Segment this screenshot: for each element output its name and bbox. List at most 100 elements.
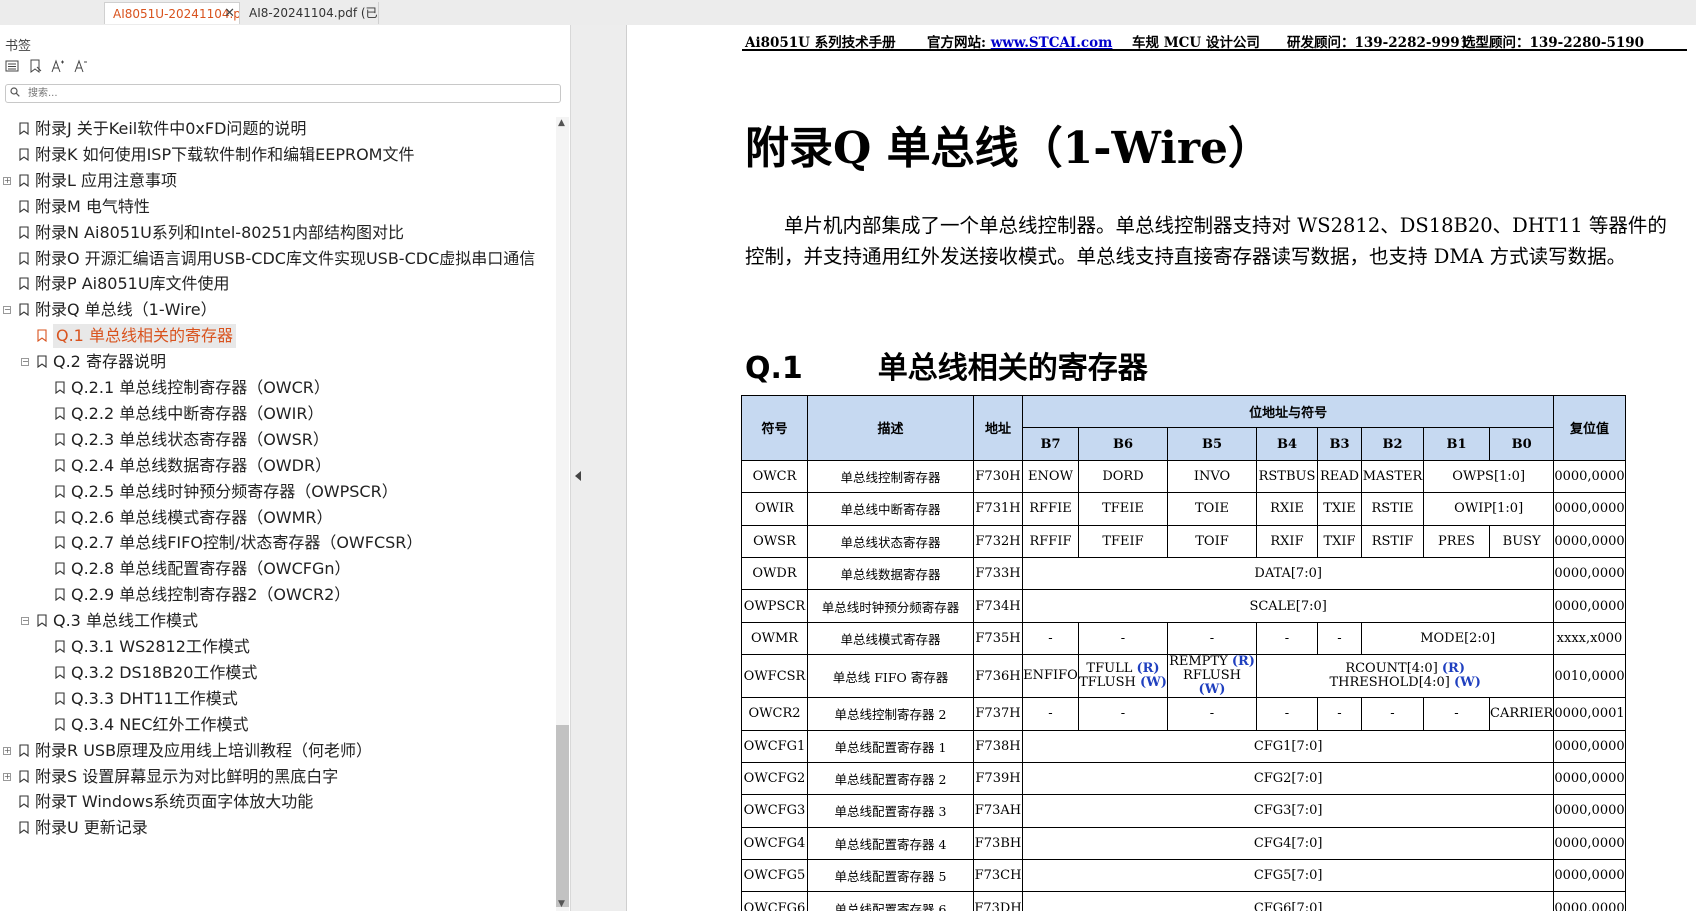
bookmark-item[interactable]: − Q.3 单总线工作模式: [0, 609, 552, 633]
expand-icon[interactable]: +: [3, 746, 11, 755]
bookmark-item[interactable]: Q.3.2 DS18B20工作模式: [0, 661, 552, 685]
bookmark-item[interactable]: Q.2.9 单总线控制寄存器2（OWCR2）: [0, 583, 552, 607]
expand-icon[interactable]: +: [3, 176, 11, 185]
bookmark-search[interactable]: [5, 84, 561, 103]
header-reset-value: 复位值: [1553, 395, 1626, 461]
bookmark-item[interactable]: + 附录L 应用注意事项: [0, 169, 552, 193]
bookmark-icon: [19, 277, 29, 291]
cell-addr: F737H: [973, 697, 1023, 731]
bookmark-item[interactable]: Q.2.2 单总线中断寄存器（OWIR）: [0, 402, 552, 426]
font-increase-icon[interactable]: [50, 59, 66, 75]
collapse-sidebar-icon[interactable]: [575, 471, 581, 481]
tab-ai8-encrypted-pdf[interactable]: AI8-20241104.pdf (已加密): [241, 2, 379, 24]
header-company: 车规 MCU 设计公司: [1132, 35, 1260, 51]
bookmark-item[interactable]: Q.2.4 单总线数据寄存器（OWDR）: [0, 454, 552, 478]
bookmark-item[interactable]: 附录M 电气特性: [0, 195, 552, 219]
search-icon: [10, 87, 20, 97]
cell-addr: F73DH: [973, 891, 1023, 911]
cell-reset: xxxx,x000: [1553, 621, 1626, 656]
bookmark-item[interactable]: 附录O 开源汇编语言调用USB-CDC库文件实现USB-CDC虚拟串口通信: [0, 247, 552, 271]
bookmark-item[interactable]: − 附录Q 单总线（1-Wire）: [0, 298, 552, 322]
bookmark-label: 附录S 设置屏幕显示为对比鲜明的黑底白字: [35, 766, 339, 786]
bookmark-item[interactable]: Q.3.3 DHT11工作模式: [0, 687, 552, 711]
bookmark-item[interactable]: 附录J 关于Keil软件中0xFD问题的说明: [0, 117, 552, 141]
bookmark-icon: [55, 381, 65, 394]
table-row: OWCFG6 单总线配置寄存器 6 F73DH CFG6[7:0] 0000,0000: [741, 891, 1626, 911]
bookmark-item[interactable]: Q.2.6 单总线模式寄存器（OWMR）: [0, 506, 552, 530]
bookmark-item[interactable]: Q.2.8 单总线配置寄存器（OWCFGn）: [0, 557, 552, 581]
cell-sym: OWCFG1: [741, 729, 808, 763]
scroll-down-icon[interactable]: ▼: [558, 899, 565, 909]
bookmark-icon: [19, 821, 29, 835]
table-row: OWCFG3 单总线配置寄存器 3 F73AH CFG3[7:0] 0000,0000: [741, 794, 1626, 828]
bookmark-item[interactable]: + 附录R USB原理及应用线上培训教程（何老师）: [0, 739, 552, 763]
site-link[interactable]: www.STCAI.com: [991, 35, 1113, 51]
table-row: OWCFG4 单总线配置寄存器 4 F73BH CFG4[7:0] 0000,0000: [741, 826, 1626, 861]
tab-ai8051u-pdf[interactable]: AI8051U-20241104.pdf ... ✕: [104, 2, 240, 24]
page-title: 附录Q 单总线（1-Wire）: [745, 123, 1273, 174]
bookmark-icon: [19, 795, 29, 809]
bit-cell: -: [1256, 697, 1318, 731]
bit-cell: TFEIE: [1078, 492, 1168, 526]
header-manual: Ai8051U 系列技术手册: [745, 35, 896, 51]
bit-cell: RSTBUS: [1256, 459, 1318, 494]
bookmark-item[interactable]: 附录T Windows系统页面字体放大功能: [0, 790, 552, 814]
bit-name: RCOUNT[4:0]: [1345, 661, 1442, 677]
cell-sym: OWCFG5: [741, 859, 808, 893]
header-bit: B3: [1317, 427, 1362, 461]
cell-desc: 单总线 FIFO 寄存器: [807, 654, 974, 699]
bookmark-label: Q.2.6 单总线模式寄存器（OWMR）: [71, 507, 333, 527]
scroll-up-icon[interactable]: ▲: [558, 118, 565, 128]
expand-all-icon[interactable]: [4, 59, 20, 75]
bookmark-icon: [55, 407, 65, 420]
cell-sym: OWCFG2: [741, 761, 808, 796]
bookmark-item[interactable]: Q.1 单总线相关的寄存器: [0, 324, 552, 349]
bookmark-item[interactable]: 附录U 更新记录: [0, 816, 552, 840]
bookmark-item[interactable]: Q.3.4 NEC红外工作模式: [0, 713, 552, 737]
bookmark-item[interactable]: + 附录S 设置屏幕显示为对比鲜明的黑底白字: [0, 765, 552, 789]
bookmark-label: 附录R USB原理及应用线上培训教程（何老师）: [35, 740, 373, 760]
font-decrease-icon[interactable]: [73, 59, 89, 75]
add-bookmark-icon[interactable]: [27, 59, 43, 75]
bookmark-item[interactable]: Q.3.1 WS2812工作模式: [0, 635, 552, 659]
bookmark-item[interactable]: 附录N Ai8051U系列和Intel-80251内部结构图对比: [0, 221, 552, 245]
bookmark-tree: 附录J 关于Keil软件中0xFD问题的说明附录K 如何使用ISP下载软件制作和…: [0, 117, 556, 911]
collapse-icon[interactable]: −: [21, 617, 29, 626]
bookmark-label: 附录J 关于Keil软件中0xFD问题的说明: [35, 119, 307, 138]
bookmark-icon: [55, 485, 65, 498]
scrollbar-thumb[interactable]: [556, 725, 569, 907]
cell-sym: OWCFG6: [741, 891, 808, 911]
bit-cell: MASTER: [1361, 459, 1424, 494]
bookmark-item[interactable]: Q.2.3 单总线状态寄存器（OWSR）: [0, 428, 552, 452]
bookmark-item[interactable]: Q.2.1 单总线控制寄存器（OWCR）: [0, 376, 552, 400]
cell-sym: OWMR: [741, 621, 808, 656]
header-bit: B6: [1078, 427, 1168, 461]
tab-label: AI8051U-20241104.pdf ...: [113, 7, 240, 21]
bookmark-item[interactable]: Q.2.5 单总线时钟预分频寄存器（OWPSCR）: [0, 480, 552, 504]
search-input[interactable]: [28, 86, 548, 101]
access-mode: (R): [1136, 661, 1160, 677]
bookmark-item[interactable]: Q.2.7 单总线FIFO控制/状态寄存器（OWFCSR）: [0, 531, 552, 555]
panel-splitter[interactable]: [571, 25, 627, 911]
cell-reset: 0000,0000: [1553, 589, 1626, 623]
collapse-icon[interactable]: −: [21, 358, 29, 367]
header-advisor-rd: 研发顾问：139-2282-9991: [1287, 35, 1470, 51]
cell-desc: 单总线控制寄存器: [807, 459, 974, 494]
close-icon[interactable]: ✕: [224, 3, 235, 24]
bookmark-item[interactable]: − Q.2 寄存器说明: [0, 350, 552, 374]
bookmark-item[interactable]: 附录P Ai8051U库文件使用: [0, 272, 552, 296]
bit-cell: TFEIF: [1078, 524, 1168, 558]
cell-sym: OWDR: [741, 556, 808, 591]
collapse-icon[interactable]: −: [3, 306, 11, 315]
bit-cell: ENFIFO: [1022, 654, 1079, 699]
header-symbol: 符号: [741, 395, 808, 461]
bookmark-label: 附录U 更新记录: [35, 818, 148, 838]
expand-icon[interactable]: +: [3, 772, 11, 781]
bookmark-label: Q.2.9 单总线控制寄存器2（OWCR2）: [71, 585, 351, 605]
header-address: 地址: [973, 395, 1023, 461]
cell-reset: 0000,0000: [1553, 761, 1626, 796]
bookmark-item[interactable]: 附录K 如何使用ISP下载软件制作和编辑EEPROM文件: [0, 143, 552, 167]
header-bit: B5: [1167, 427, 1257, 461]
cell-reset: 0000,0000: [1553, 492, 1626, 526]
bit-cell: OWPS[1:0]: [1422, 459, 1555, 494]
